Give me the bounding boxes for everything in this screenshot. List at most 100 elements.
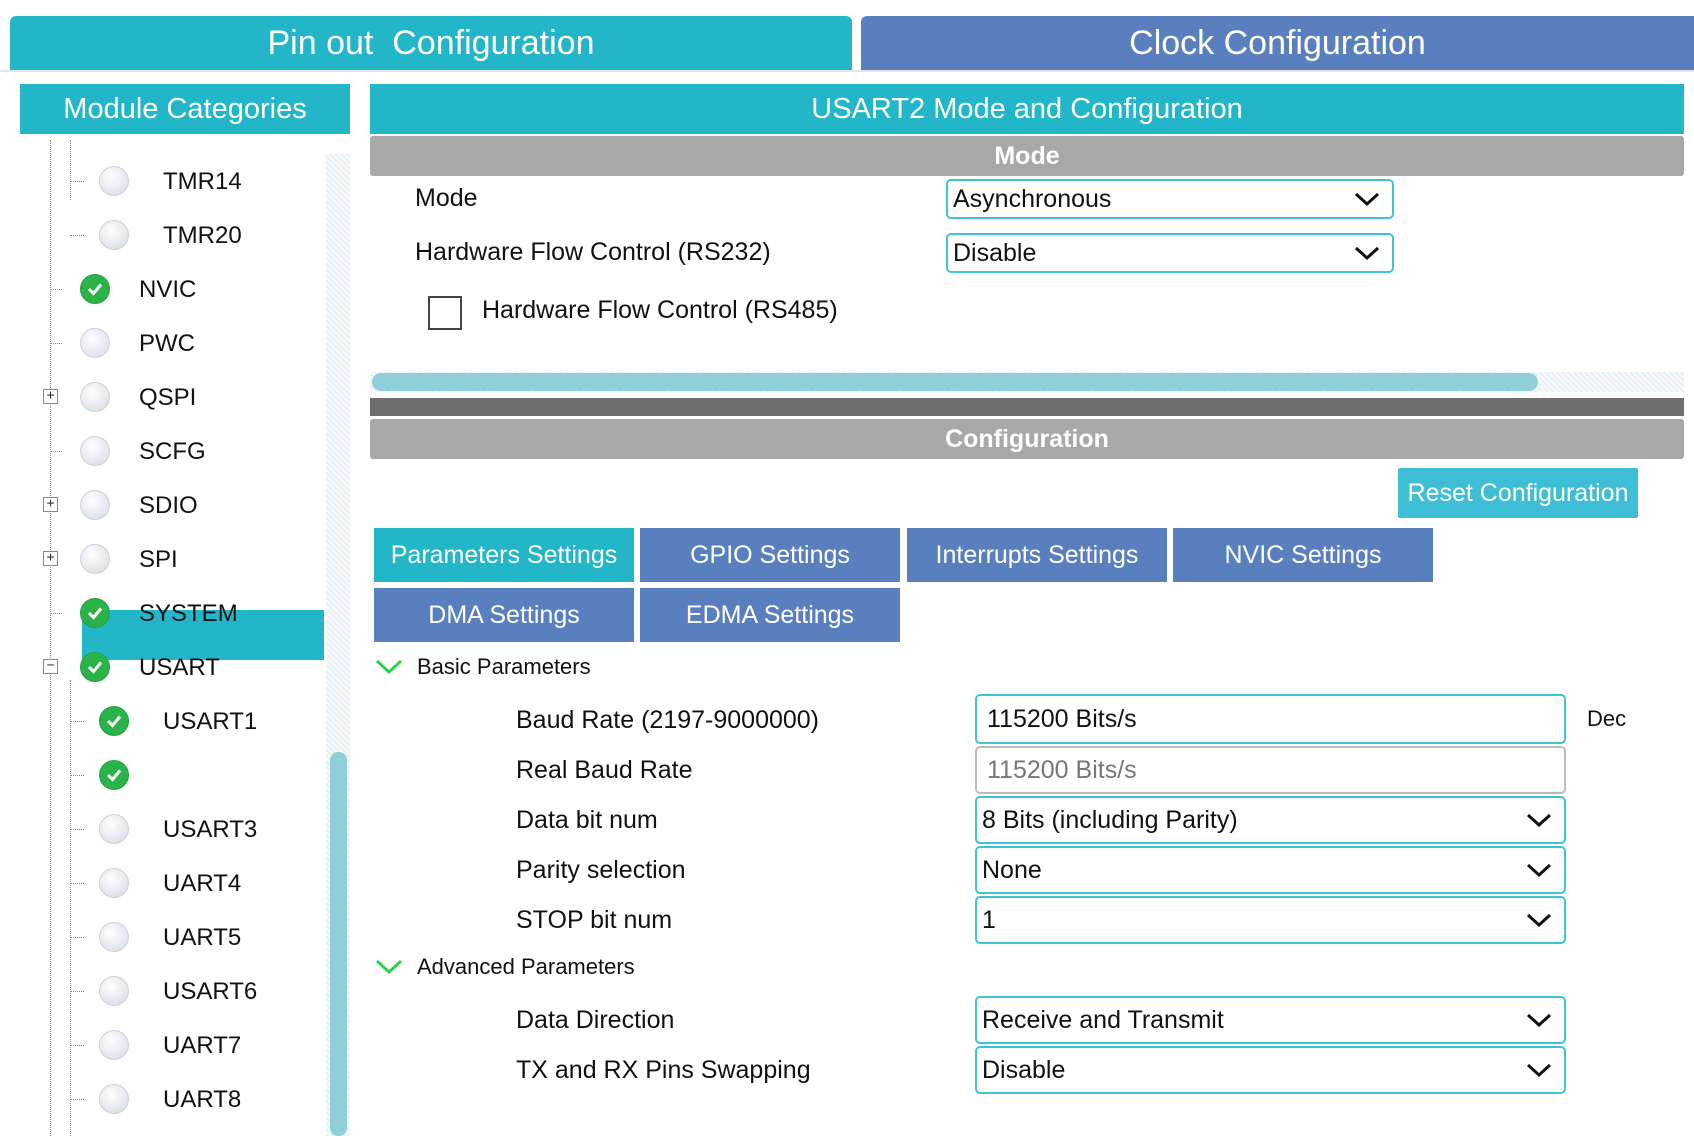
tab-interrupts-settings[interactable]: Interrupts Settings xyxy=(907,528,1167,582)
tab-label: Parameters Settings xyxy=(390,540,618,569)
tree-item-qspi[interactable]: + QSPI xyxy=(20,370,320,424)
tree-connector xyxy=(70,937,84,938)
parity-selection-label: Parity selection xyxy=(516,856,686,884)
real-baud-rate-field: 115200 Bits/s xyxy=(975,746,1566,794)
advanced-parameters-toggle[interactable]: Advanced Parameters xyxy=(375,954,635,980)
tab-dma-settings[interactable]: DMA Settings xyxy=(374,588,634,642)
status-circle-icon xyxy=(80,328,110,358)
pins-swapping-value: Disable xyxy=(982,1055,1066,1084)
module-categories-header: Module Categories xyxy=(20,84,350,134)
mode-section-title: Mode xyxy=(994,141,1060,170)
data-bit-num-value: 8 Bits (including Parity) xyxy=(982,805,1238,834)
baud-rate-label: Baud Rate (2197-9000000) xyxy=(516,706,820,734)
tab-pinout-configuration[interactable]: Pin out Configuration xyxy=(10,16,852,70)
tree-item-pwc[interactable]: PWC xyxy=(20,316,320,370)
tree-item-label: UART8 xyxy=(163,1086,242,1113)
expand-icon[interactable]: + xyxy=(43,389,58,404)
module-categories-title: Module Categories xyxy=(63,92,307,125)
tree-item-usart1[interactable]: USART1 xyxy=(20,694,320,748)
rs232-select-value: Disable xyxy=(953,238,1037,267)
rs485-checkbox[interactable] xyxy=(428,296,462,330)
status-circle-icon xyxy=(80,544,110,574)
rs232-label: Hardware Flow Control (RS232) xyxy=(415,238,771,266)
expand-icon[interactable]: + xyxy=(43,551,58,566)
tree-item-tmr14[interactable]: TMR14 xyxy=(20,154,320,208)
tree-item-label: SDIO xyxy=(139,492,198,519)
tree-connector xyxy=(70,883,84,884)
baud-rate-value: 115200 Bits/s xyxy=(987,704,1137,733)
tree-item-label: USART6 xyxy=(163,978,258,1005)
tab-label: GPIO Settings xyxy=(690,540,850,569)
data-bit-num-select[interactable]: 8 Bits (including Parity) xyxy=(975,796,1566,844)
tree-item-uart5[interactable]: UART5 xyxy=(20,910,320,964)
tree-item-label: TMR20 xyxy=(163,222,242,249)
basic-parameters-toggle[interactable]: Basic Parameters xyxy=(375,654,591,680)
rs485-label: Hardware Flow Control (RS485) xyxy=(482,296,838,324)
tree-item-usart[interactable]: − USART xyxy=(20,640,320,694)
status-circle-icon xyxy=(80,490,110,520)
tree-item-label: SYSTEM xyxy=(139,600,238,627)
mode-select[interactable]: Asynchronous xyxy=(946,179,1394,219)
tree-item-label: QSPI xyxy=(139,384,197,411)
data-direction-label: Data Direction xyxy=(516,1006,675,1034)
tree-item-label: UART5 xyxy=(163,924,242,951)
tree-item-nvic[interactable]: NVIC xyxy=(20,262,320,316)
tree-item-label: USART xyxy=(139,654,220,681)
chevron-down-icon xyxy=(1526,1013,1552,1028)
tree-item-sdio[interactable]: + SDIO xyxy=(20,478,320,532)
top-divider xyxy=(0,70,1694,72)
tree-item-label: TMR14 xyxy=(163,168,242,195)
tree-connector xyxy=(70,235,84,236)
tree-connector xyxy=(70,181,84,182)
tree-item-uart8[interactable]: UART8 xyxy=(20,1072,320,1126)
chevron-down-icon xyxy=(375,659,403,675)
chevron-down-icon xyxy=(1526,913,1552,928)
tab-edma-settings[interactable]: EDMA Settings xyxy=(640,588,900,642)
status-circle-icon xyxy=(99,1084,129,1114)
tree-connector xyxy=(70,721,84,722)
tree-item-spi[interactable]: + SPI xyxy=(20,532,320,586)
tab-label: Interrupts Settings xyxy=(935,540,1139,569)
tree-scrollbar-thumb[interactable] xyxy=(330,752,347,1136)
status-circle-icon xyxy=(99,868,129,898)
reset-configuration-button[interactable]: Reset Configuration xyxy=(1398,468,1638,518)
chevron-down-icon xyxy=(1526,863,1552,878)
tab-nvic-settings[interactable]: NVIC Settings xyxy=(1173,528,1433,582)
tree-item-usart3[interactable]: USART3 xyxy=(20,802,320,856)
tab-clock-configuration[interactable]: Clock Configuration xyxy=(861,16,1694,70)
tree-item-usart2[interactable]: USART2 xyxy=(20,748,320,802)
status-circle-icon xyxy=(99,166,129,196)
stop-bit-num-select[interactable]: 1 xyxy=(975,896,1566,944)
collapse-icon[interactable]: − xyxy=(43,659,58,674)
tree-connector xyxy=(50,343,62,344)
tab-parameters-settings[interactable]: Parameters Settings xyxy=(374,528,634,582)
tree-item-label: UART4 xyxy=(163,870,242,897)
tree-item-tmr20[interactable]: TMR20 xyxy=(20,208,320,262)
tree-item-uart7[interactable]: UART7 xyxy=(20,1018,320,1072)
tree-item-uart4[interactable]: UART4 xyxy=(20,856,320,910)
tree-connector xyxy=(70,775,84,776)
tree-item-usart6[interactable]: USART6 xyxy=(20,964,320,1018)
pane-splitter[interactable] xyxy=(370,398,1684,416)
mode-section-bar: Mode xyxy=(370,136,1684,176)
tree-connector xyxy=(50,451,62,452)
data-bit-num-label: Data bit num xyxy=(516,806,658,834)
configuration-section-bar: Configuration xyxy=(370,419,1684,459)
tree-item-label: USART3 xyxy=(163,816,258,843)
tree-connector xyxy=(70,1045,84,1046)
mode-scrollbar-thumb[interactable] xyxy=(372,373,1538,391)
rs232-select[interactable]: Disable xyxy=(946,233,1394,273)
baud-rate-input[interactable]: 115200 Bits/s xyxy=(975,694,1566,744)
pins-swapping-select[interactable]: Disable xyxy=(975,1046,1566,1094)
tab-gpio-settings[interactable]: GPIO Settings xyxy=(640,528,900,582)
status-circle-icon xyxy=(99,1030,129,1060)
expand-icon[interactable]: + xyxy=(43,497,58,512)
check-circle-icon xyxy=(80,598,110,628)
data-direction-select[interactable]: Receive and Transmit xyxy=(975,996,1566,1044)
configuration-section-title: Configuration xyxy=(945,424,1109,453)
tree-item-scfg[interactable]: SCFG xyxy=(20,424,320,478)
advanced-parameters-title: Advanced Parameters xyxy=(417,954,635,979)
tree-item-system[interactable]: SYSTEM xyxy=(20,586,320,640)
parity-selection-select[interactable]: None xyxy=(975,846,1566,894)
chevron-down-icon xyxy=(375,959,403,975)
